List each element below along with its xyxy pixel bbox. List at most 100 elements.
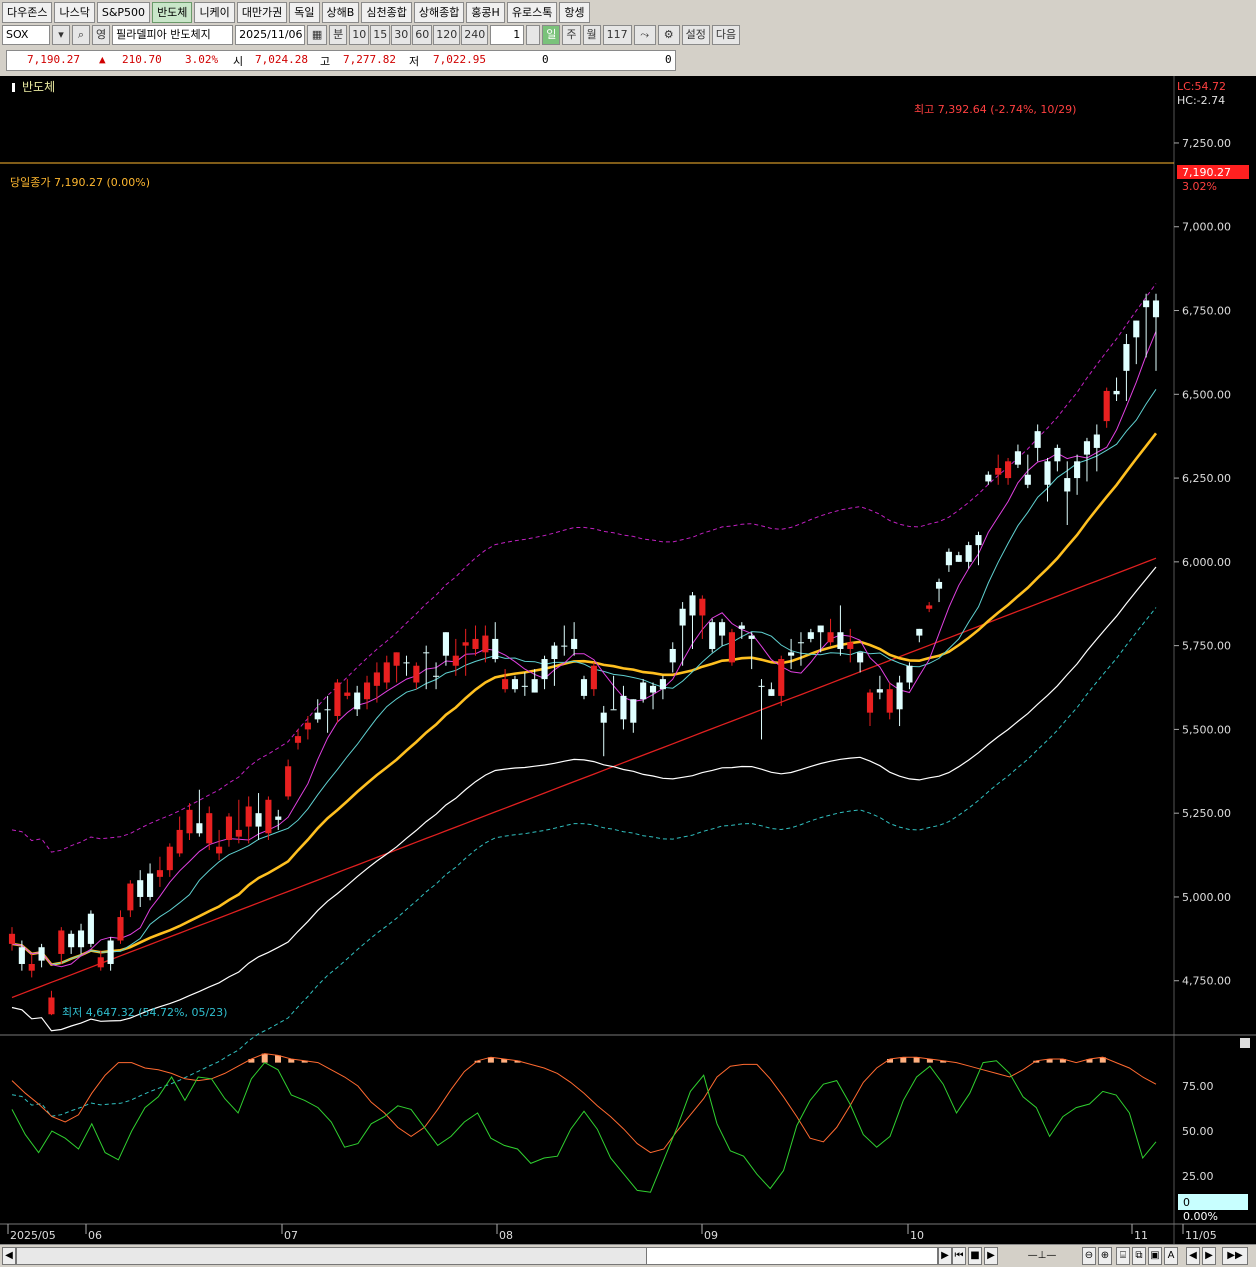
candle-body xyxy=(294,736,302,743)
zoom-in-icon[interactable]: ⊕ xyxy=(1098,1247,1112,1265)
scrollbar-thumb[interactable] xyxy=(646,1247,938,1265)
tab-4[interactable]: 니케이 xyxy=(194,2,235,23)
high-label: 고 xyxy=(320,55,331,68)
candle-body xyxy=(995,468,1002,475)
candle-body xyxy=(166,846,173,871)
count-input[interactable]: 117 xyxy=(602,25,632,45)
period-button-15[interactable]: 15 xyxy=(370,25,391,45)
candle-body xyxy=(935,581,943,589)
candle-body xyxy=(245,806,252,827)
search-icon[interactable]: ⌕ xyxy=(72,25,90,45)
period-button-240[interactable]: 240 xyxy=(461,25,489,45)
low-price: 7,022.95 xyxy=(433,53,486,66)
symbol-input[interactable]: SOX xyxy=(2,25,50,45)
period-button-120[interactable]: 120 xyxy=(433,25,461,45)
zoom-out-icon[interactable]: ⊖ xyxy=(1082,1247,1096,1265)
candle-body xyxy=(235,829,242,837)
copy-icon[interactable]: ⧉ xyxy=(1132,1247,1146,1265)
tab-11[interactable]: 유로스톡 xyxy=(506,2,558,23)
period-button-30[interactable]: 30 xyxy=(391,25,412,45)
expand-icon[interactable]: ▶▶ xyxy=(1222,1247,1248,1265)
candle-body xyxy=(571,638,578,649)
candle-body xyxy=(206,813,213,844)
candle-body xyxy=(1123,344,1130,371)
play-icon[interactable]: ▶ xyxy=(984,1247,998,1265)
save-icon[interactable]: ▣ xyxy=(1148,1247,1162,1265)
settings-button[interactable]: 설정 xyxy=(681,25,710,45)
candle-body xyxy=(393,652,400,666)
candle-body xyxy=(837,632,844,649)
osc-collapse-icon[interactable] xyxy=(1240,1038,1250,1048)
y-tick-label: 6,750.00 xyxy=(1182,305,1231,318)
candle-body xyxy=(659,679,666,690)
candle-body xyxy=(275,816,282,820)
stop-icon[interactable]: ■ xyxy=(968,1247,982,1265)
y-tick-label: 5,000.00 xyxy=(1182,891,1231,904)
period-button-60[interactable]: 60 xyxy=(412,25,433,45)
candle-body xyxy=(38,947,45,961)
next-button[interactable]: 다음 xyxy=(711,25,741,45)
candle-body xyxy=(97,957,104,968)
candle-body xyxy=(906,665,913,683)
scroll-right-icon[interactable]: ▶ xyxy=(938,1247,952,1265)
candle-body xyxy=(314,712,321,720)
market-button[interactable]: 영 xyxy=(92,25,111,45)
osc-pct-text: 0.00% xyxy=(1183,1210,1218,1223)
period-button-10[interactable]: 10 xyxy=(349,25,370,45)
tab-0[interactable]: 다우존스 xyxy=(2,2,53,23)
scroll-left-end-icon[interactable]: ◀ xyxy=(1186,1247,1200,1265)
scroll-left-icon[interactable]: ◀ xyxy=(2,1247,16,1265)
candle-body xyxy=(1152,300,1160,318)
chart-area[interactable]: 7,250.00 7,000.00 6,750.00 6,500.00 6,250.00… xyxy=(0,76,1256,1267)
candle-body xyxy=(452,655,459,666)
candle-body xyxy=(521,685,528,687)
candle-body xyxy=(719,622,726,636)
price-bar: 7,190.27 ▲ 210.70 3.02% 시 7,024.28 고 7,2… xyxy=(6,50,676,71)
candle-body xyxy=(857,652,864,663)
tab-3[interactable]: 반도체 xyxy=(152,2,193,23)
volume-1: 0 xyxy=(542,53,549,66)
gear-icon[interactable]: ⚙ xyxy=(657,25,680,45)
tab-5[interactable]: 대만가권 xyxy=(236,2,288,23)
price-chart[interactable]: 7,250.00 7,000.00 6,750.00 6,500.00 6,250.00… xyxy=(0,76,1256,1244)
chart-type-icon[interactable]: ⌸ xyxy=(1116,1247,1130,1265)
candle-body xyxy=(886,689,893,713)
month-button[interactable]: 월 xyxy=(582,25,601,45)
candle-body xyxy=(1074,461,1081,479)
period-buttons: 10 15 30 60 120 240 xyxy=(349,25,489,45)
candle-body xyxy=(354,692,361,710)
candle-body xyxy=(48,997,55,1015)
tab-9[interactable]: 상해종합 xyxy=(413,2,465,23)
indicator-icon[interactable]: ⤳ xyxy=(633,25,656,45)
candle-body xyxy=(876,689,883,693)
minute-button[interactable]: 분 xyxy=(329,25,348,45)
tab-1[interactable]: 나스닥 xyxy=(54,2,95,23)
week-button[interactable]: 주 xyxy=(562,25,581,45)
scroll-right-end-icon[interactable]: ▶ xyxy=(1202,1247,1216,1265)
rewind-icon[interactable]: ⏮ xyxy=(952,1247,966,1265)
y-tick-label: 4,750.00 xyxy=(1182,975,1231,988)
market-tabs: 다우존스 나스닥 S&P500 반도체 니케이 대만가권 독일 상해B 심천종합 상해종합 홍콩H 유… xyxy=(2,2,590,23)
symbol-dropdown-icon[interactable]: ▾ xyxy=(52,25,70,45)
tab-12[interactable]: 항셍 xyxy=(559,2,590,23)
tab-8[interactable]: 심천종합 xyxy=(361,2,412,23)
x-axis-label: 10 xyxy=(910,1229,924,1242)
candle-body xyxy=(600,712,607,723)
day-button[interactable]: 일 xyxy=(542,25,561,45)
zoom-slider[interactable]: —⊥— xyxy=(1006,1247,1078,1265)
scrollbar-track[interactable] xyxy=(16,1247,648,1265)
calendar-icon[interactable]: ▦ xyxy=(307,25,328,45)
tab-10[interactable]: 홍콩H xyxy=(466,2,505,23)
period-spinner-icon[interactable] xyxy=(526,25,541,45)
date-input[interactable]: 2025/11/06 xyxy=(235,25,306,45)
candle-body xyxy=(541,659,548,680)
candle-body xyxy=(1113,390,1120,395)
period-input[interactable]: 1 xyxy=(490,25,525,45)
tab-7[interactable]: 상해B xyxy=(321,2,360,23)
chart-scroll-bar: ◀ ▶ ⏮ ■ ▶ —⊥— ⊖ ⊕ ⌸ ⧉ ▣ A ◀ ▶ ▶▶ xyxy=(0,1244,1256,1267)
tab-2[interactable]: S&P500 xyxy=(96,2,151,23)
text-tool-icon[interactable]: A xyxy=(1164,1247,1178,1265)
x-axis-label: 07 xyxy=(284,1229,298,1242)
chart-title: 반도체 xyxy=(22,80,55,94)
tab-6[interactable]: 독일 xyxy=(289,2,320,23)
